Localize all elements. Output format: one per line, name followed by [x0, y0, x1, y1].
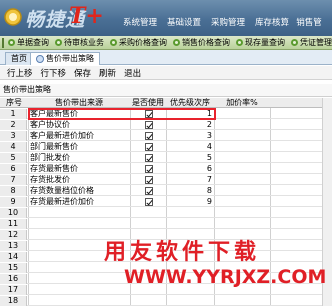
enabled-checkbox[interactable]: [145, 132, 153, 140]
row-number: 5: [0, 153, 27, 163]
cell-priority[interactable]: 9: [165, 197, 212, 207]
bullet-icon: [291, 39, 298, 46]
bullet-icon: [110, 39, 117, 46]
watermark-title: 用友软件下载: [104, 240, 261, 265]
row-number: 4: [0, 142, 27, 152]
row-number: 16: [0, 274, 27, 284]
row-number: 1: [0, 109, 27, 119]
col-header-source: 售价带出来源: [55, 98, 103, 107]
move-row-up-button[interactable]: 行上移: [7, 67, 33, 79]
save-button[interactable]: 保存: [74, 67, 91, 79]
cell-priority[interactable]: 7: [165, 175, 212, 185]
table-row[interactable]: 4 部门最新售价 4: [0, 142, 322, 152]
document-icon: [36, 55, 44, 63]
top-nav-inventory[interactable]: 库存核算: [250, 16, 294, 30]
table-row[interactable]: 2 客户协议价 2: [0, 120, 322, 130]
top-nav-basic-settings[interactable]: 基础设置: [162, 16, 206, 30]
cell-source[interactable]: 存货批发价: [30, 175, 70, 185]
tab-price-strategy-label: 售价带出策略: [46, 54, 94, 63]
quick-nav-home-icon[interactable]: [2, 37, 4, 48]
row-number: 18: [0, 296, 27, 306]
move-row-down-button[interactable]: 行下移: [41, 67, 67, 79]
enabled-checkbox[interactable]: [145, 154, 153, 162]
cell-source[interactable]: 存货数量档位价格: [30, 186, 94, 196]
enabled-checkbox[interactable]: [145, 187, 153, 195]
tab-price-strategy[interactable]: 售价带出策略: [30, 52, 100, 65]
refresh-button[interactable]: 刷新: [99, 67, 116, 79]
quick-nav-doc-query[interactable]: 单据查询: [6, 37, 53, 48]
table-row[interactable]: 3 客户最新进价加价 3: [0, 131, 322, 141]
row-number: 14: [0, 252, 27, 262]
cell-source[interactable]: 存货最新售价: [30, 164, 78, 174]
watermark-url: WWW.YYRJXZ.COM: [124, 266, 327, 288]
toolbar: 行上移 行下移 保存 刷新 退出: [0, 66, 332, 80]
row-number: 8: [0, 186, 27, 196]
table-row[interactable]: 8 存货数量档位价格 8: [0, 186, 322, 196]
bullet-icon: [8, 39, 15, 46]
app-logo: 畅捷通 T+: [3, 1, 123, 33]
quick-nav-purchase-price[interactable]: 采购价格查询: [108, 37, 171, 48]
row-number: 11: [0, 219, 27, 229]
cell-priority[interactable]: 3: [165, 131, 212, 141]
table-row[interactable]: 7 存货批发价 7: [0, 175, 322, 185]
enabled-checkbox[interactable]: [145, 165, 153, 173]
cell-priority[interactable]: 4: [165, 142, 212, 152]
table-row-empty[interactable]: 18: [0, 296, 322, 306]
cell-priority[interactable]: 6: [165, 164, 212, 174]
col-header-no: 序号: [6, 98, 22, 107]
row-number: 7: [0, 175, 27, 185]
col-header-priority: 优先级次序: [170, 98, 210, 107]
bullet-icon: [173, 39, 180, 46]
exit-button[interactable]: 退出: [124, 67, 141, 79]
row-number: 17: [0, 285, 27, 295]
table-header: 序号 售价带出来源 是否使用 优先级次序 加价率%: [0, 98, 322, 108]
panel-title: 售价带出策略: [0, 84, 332, 97]
cell-source[interactable]: 部门批发价: [30, 153, 70, 163]
tab-bar: 首页 售价带出策略: [0, 50, 332, 65]
quick-nav-stock[interactable]: 现存量查询: [234, 37, 289, 48]
tab-home[interactable]: 首页: [5, 52, 33, 65]
cell-source[interactable]: 部门最新售价: [30, 142, 78, 152]
table-row-empty[interactable]: 10: [0, 208, 322, 218]
top-nav-system[interactable]: 系统管理: [118, 16, 162, 30]
col-header-enabled: 是否使用: [132, 98, 164, 107]
cell-priority[interactable]: 8: [165, 186, 212, 196]
enabled-checkbox[interactable]: [145, 121, 153, 129]
bullet-icon: [236, 39, 243, 46]
top-nav-sales[interactable]: 销售管: [294, 16, 324, 30]
bullet-icon: [55, 39, 62, 46]
col-header-markup: 加价率%: [226, 98, 258, 107]
quick-nav: 单据查询 待审核业务 采购价格查询 销售价格查询 现存量查询 凭证管理: [0, 36, 332, 50]
table-row[interactable]: 6 存货最新售价 6: [0, 164, 322, 174]
cell-source[interactable]: 存货最新进价加价: [30, 197, 94, 207]
quick-nav-sales-price[interactable]: 销售价格查询: [171, 37, 234, 48]
selected-row-highlight: [28, 108, 216, 120]
cell-priority[interactable]: 2: [165, 120, 212, 130]
table-row-empty[interactable]: 11: [0, 219, 322, 229]
row-number: 3: [0, 131, 27, 141]
row-number: 9: [0, 197, 27, 207]
logo-icon: [4, 8, 22, 26]
top-nav-purchase[interactable]: 采购管理: [206, 16, 250, 30]
row-number: 2: [0, 120, 27, 130]
quick-nav-voucher[interactable]: 凭证管理: [289, 37, 332, 48]
row-number: 6: [0, 164, 27, 174]
cell-priority[interactable]: 5: [165, 153, 212, 163]
row-number: 13: [0, 241, 27, 251]
row-number: 15: [0, 263, 27, 273]
table-row[interactable]: 5 部门批发价 5: [0, 153, 322, 163]
row-number: 10: [0, 208, 27, 218]
table-row[interactable]: 1 客户最新售价 1: [0, 108, 322, 120]
top-nav: 系统管理 基础设置 采购管理 库存核算 销售管: [118, 16, 324, 30]
table-row[interactable]: 9 存货最新进价加价 9: [0, 197, 322, 207]
enabled-checkbox[interactable]: [145, 176, 153, 184]
enabled-checkbox[interactable]: [145, 143, 153, 151]
top-banner: 畅捷通 T+ 系统管理 基础设置 采购管理 库存核算 销售管: [0, 0, 332, 36]
cell-source[interactable]: 客户最新进价加价: [30, 131, 94, 141]
enabled-checkbox[interactable]: [145, 198, 153, 206]
row-number: 12: [0, 230, 27, 240]
cell-source[interactable]: 客户协议价: [30, 120, 70, 130]
quick-nav-pending-review[interactable]: 待审核业务: [53, 37, 108, 48]
logo-mark: T+: [69, 3, 104, 29]
